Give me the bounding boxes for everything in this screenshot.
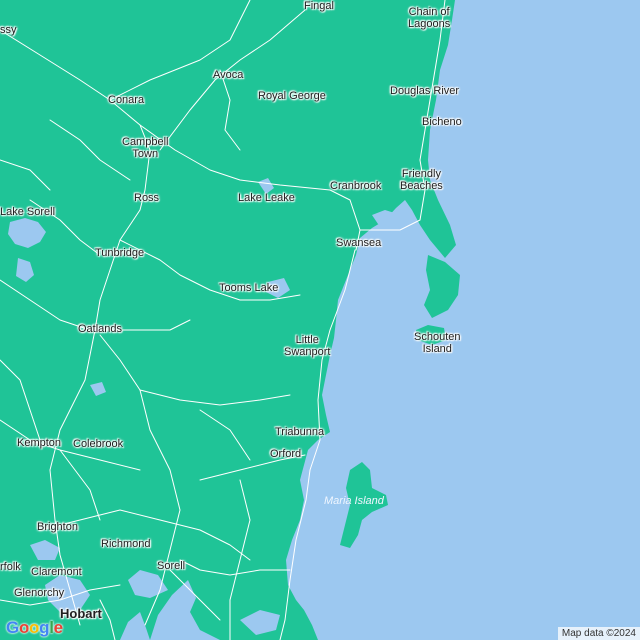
place-cranbrook: Cranbrook <box>330 180 382 192</box>
place-triabunna: Triabunna <box>275 426 325 438</box>
place-schouten-island: Schouten Island <box>414 331 461 355</box>
place-avoca: Avoca <box>213 69 244 81</box>
place-kempton: Kempton <box>17 437 62 449</box>
place-glenorchy: Glenorchy <box>14 587 65 599</box>
place-richmond: Richmond <box>101 538 151 550</box>
place-friendly-beaches: Friendly Beaches <box>400 168 443 192</box>
google-logo[interactable]: Google <box>6 618 63 638</box>
place-tunbridge: Tunbridge <box>95 247 145 259</box>
place-swansea: Swansea <box>336 237 382 249</box>
place-lake-sorell: Lake Sorell <box>0 206 56 218</box>
place-maria-island: Maria Island <box>324 495 384 507</box>
place-tooms-lake: Tooms Lake <box>219 282 279 294</box>
place-hobart: Hobart <box>60 606 102 621</box>
place-bicheno: Bicheno <box>422 116 462 128</box>
logo-letter: o <box>18 618 30 637</box>
place-orford: Orford <box>270 448 302 460</box>
place-oatlands: Oatlands <box>78 323 123 335</box>
logo-letter: o <box>29 618 40 637</box>
place-campbell-town: Campbell Town <box>122 136 169 160</box>
place-conara: Conara <box>108 94 145 106</box>
place-colebrook: Colebrook <box>73 438 124 450</box>
place-sorell: Sorell <box>157 560 186 572</box>
map[interactable]: Fingal Chain of Lagoons ssy Avoca Conara… <box>0 0 640 640</box>
logo-letter: G <box>6 618 19 637</box>
place-rfolk: rfolk <box>0 561 21 573</box>
place-brighton: Brighton <box>37 521 78 533</box>
map-attribution[interactable]: Map data ©2024 <box>557 627 640 640</box>
place-ssy: ssy <box>0 24 17 36</box>
logo-letter: g <box>39 618 50 637</box>
place-douglas-river: Douglas River <box>390 85 460 97</box>
place-claremont: Claremont <box>31 566 82 578</box>
place-ross: Ross <box>134 192 160 204</box>
place-lake-leake: Lake Leake <box>238 192 295 204</box>
logo-letter: e <box>53 618 63 637</box>
place-little-swanport: Little Swanport <box>284 334 331 358</box>
place-royal-george: Royal George <box>258 90 326 102</box>
place-chain-of-lagoons: Chain of Lagoons <box>408 6 451 30</box>
place-fingal: Fingal <box>304 0 334 12</box>
